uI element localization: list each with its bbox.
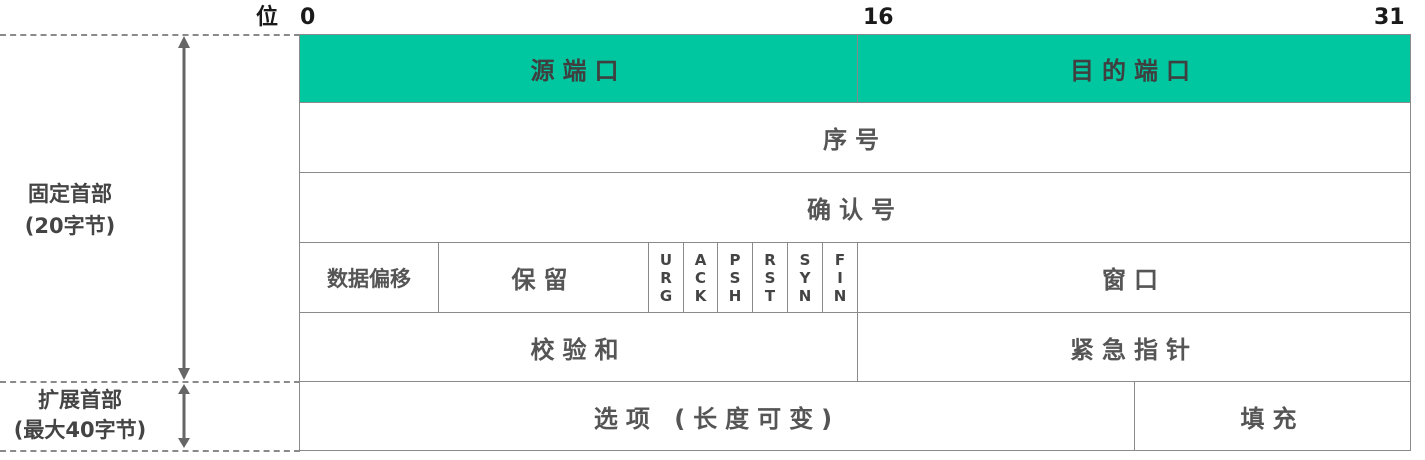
tcp-header-table: 源端口 目的端口 序号 确认号 数据偏移 保留 URG ACK PSH RST …: [299, 34, 1411, 451]
flag-char: C: [694, 268, 706, 287]
flag-char: U: [659, 250, 673, 269]
dashed-mid-line: [0, 381, 300, 383]
flag-char: K: [694, 286, 707, 305]
bit-unit-label: 位: [256, 5, 279, 30]
ext-span-arrow: [178, 384, 190, 448]
flag-urg: URG: [649, 243, 684, 313]
data-offset-field: 数据偏移: [300, 243, 439, 313]
bit-label-31: 31: [1374, 5, 1405, 30]
flag-char: R: [764, 250, 776, 269]
flag-char: Y: [799, 268, 811, 287]
padding-field: 填充: [1135, 382, 1411, 451]
bit-label-16: 16: [863, 5, 894, 30]
checksum-field: 校验和: [300, 313, 858, 382]
reserved-field: 保留: [439, 243, 649, 313]
fixed-header-size: (20字节): [24, 214, 116, 238]
source-port-field: 源端口: [300, 35, 858, 103]
fixed-header-title: 固定首部: [28, 182, 112, 206]
flag-char: T: [764, 286, 776, 305]
flag-char: S: [729, 268, 741, 287]
flag-syn: SYN: [788, 243, 823, 313]
flag-char: S: [799, 250, 811, 269]
fixed-header-label: 固定首部 (20字节): [0, 178, 140, 242]
flag-char: H: [728, 286, 742, 305]
flag-ack: ACK: [684, 243, 718, 313]
flag-rst: RST: [753, 243, 788, 313]
flag-fin: FIN: [823, 243, 858, 313]
flag-char: S: [764, 268, 776, 287]
flag-char: R: [660, 268, 672, 287]
ext-header-title: 扩展首部: [38, 388, 122, 412]
span-arrows: [178, 36, 190, 448]
flag-char: N: [798, 286, 812, 305]
fixed-span-arrow: [178, 36, 190, 380]
flag-psh: PSH: [718, 243, 753, 313]
options-field: 选项 (长度可变): [300, 382, 1135, 451]
dashed-bottom-line: [0, 450, 300, 452]
flag-char: P: [729, 250, 741, 269]
flag-char: F: [834, 250, 846, 269]
ack-number-field: 确认号: [300, 173, 1411, 243]
dest-port-field: 目的端口: [858, 35, 1411, 103]
flag-char: I: [837, 268, 843, 287]
bit-label-0: 0: [300, 5, 316, 30]
ext-header-label: 扩展首部 (最大40字节): [0, 385, 160, 445]
flag-char: A: [694, 250, 707, 269]
dashed-top-line: [0, 34, 300, 36]
flag-char: G: [659, 286, 673, 305]
sequence-number-field: 序号: [300, 103, 1411, 173]
window-field: 窗口: [858, 243, 1411, 313]
urgent-pointer-field: 紧急指针: [858, 313, 1411, 382]
flag-char: N: [833, 286, 847, 305]
ext-header-size: (最大40字节): [13, 418, 147, 442]
